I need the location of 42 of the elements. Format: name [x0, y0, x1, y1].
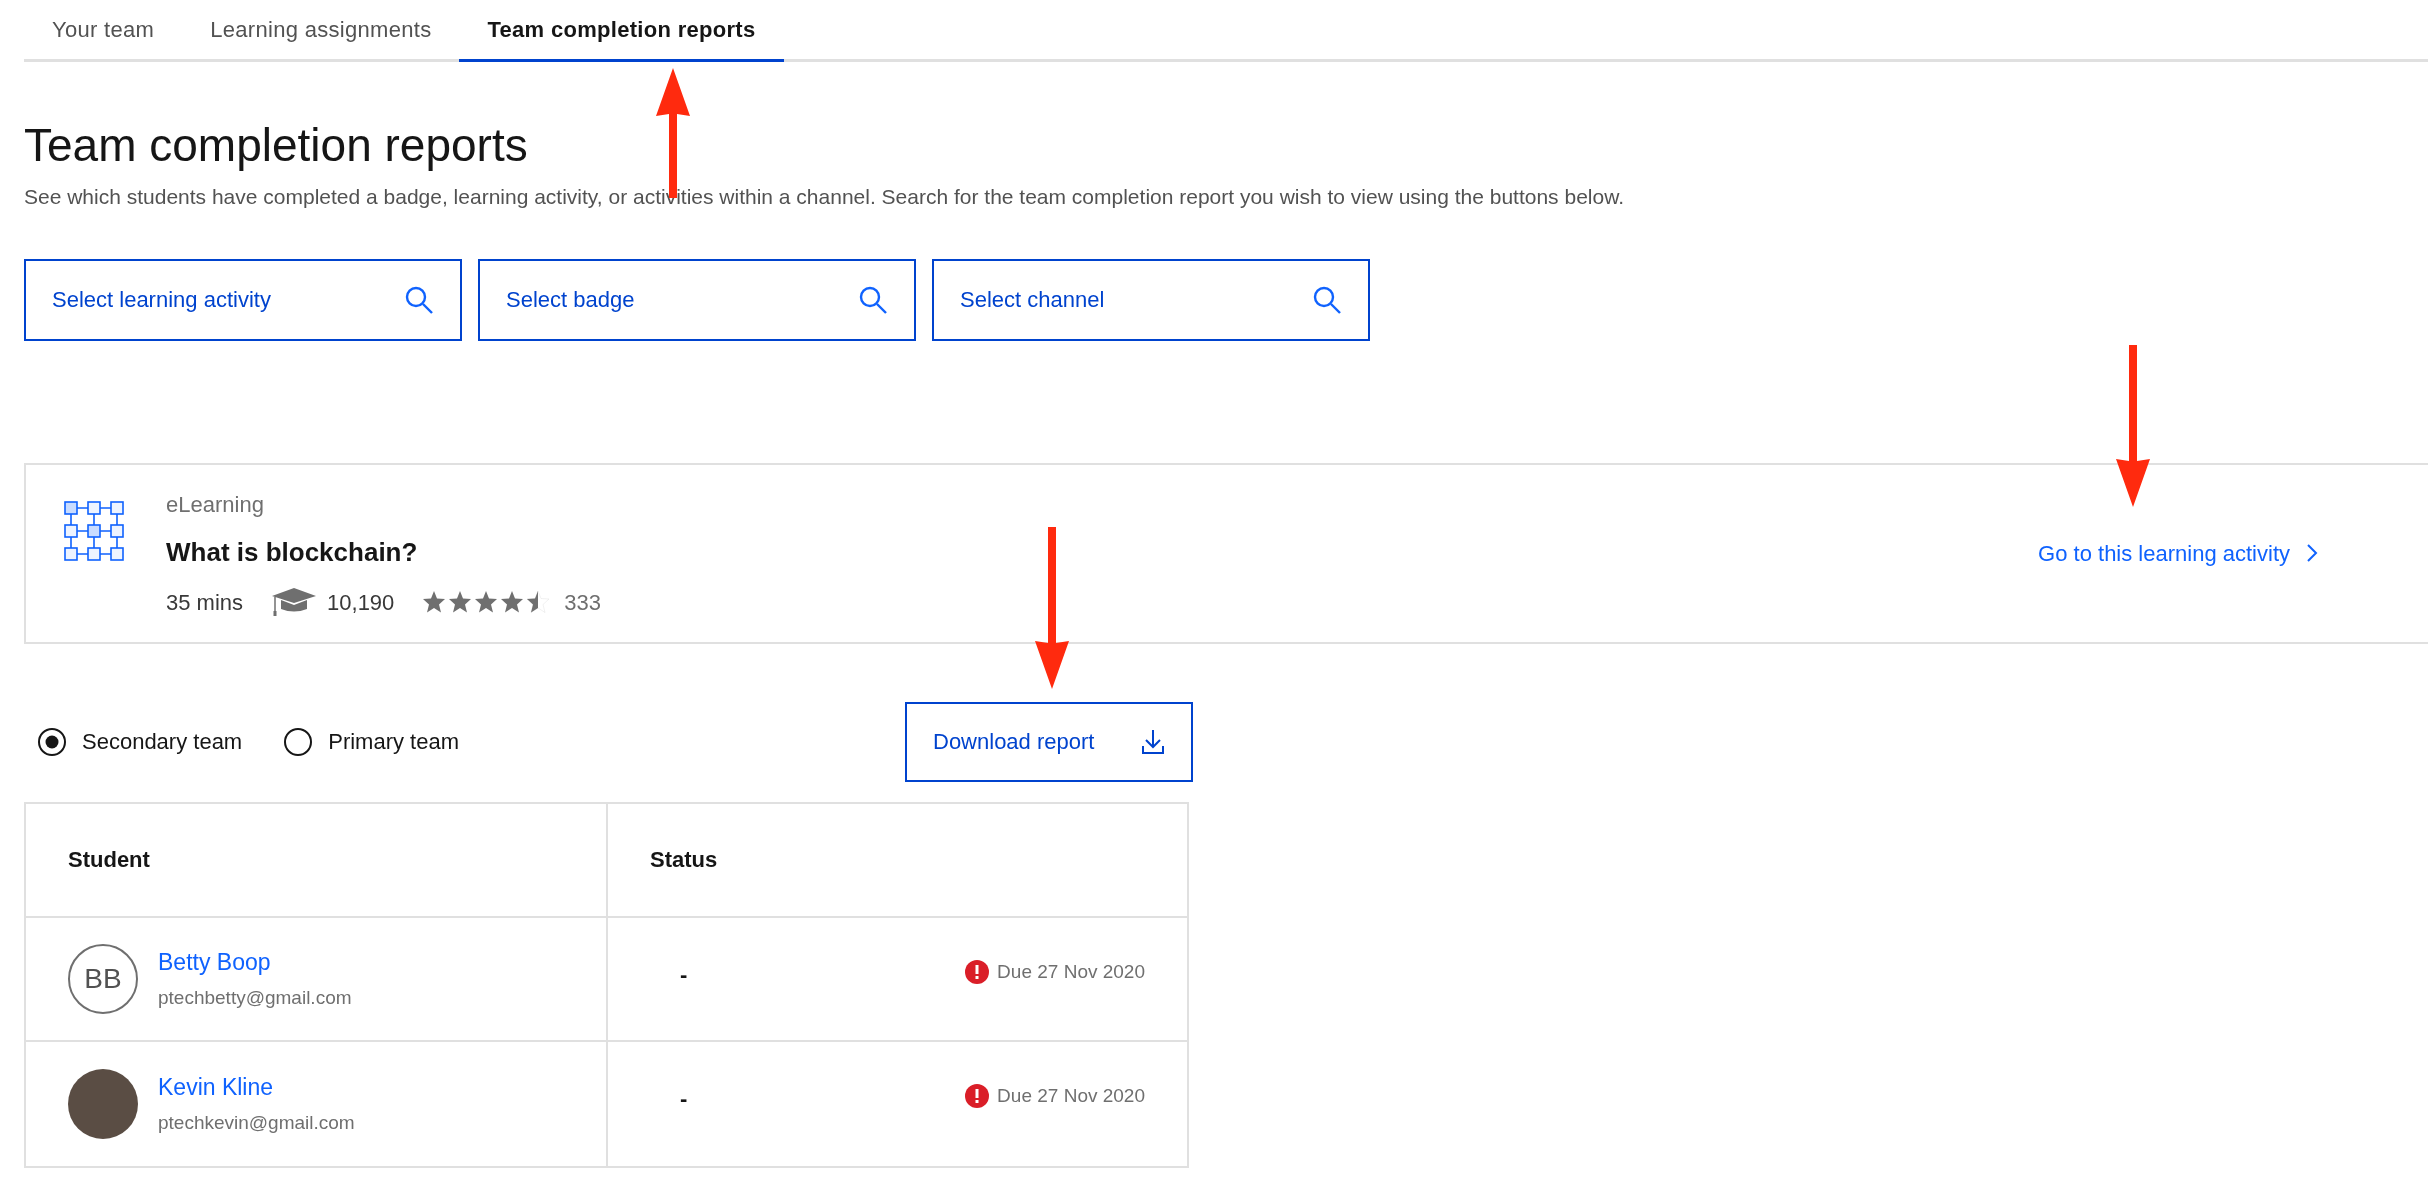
status-text: -	[680, 1084, 688, 1113]
activity-type: eLearning	[166, 490, 265, 519]
search-button[interactable]: Select channel	[932, 258, 1370, 341]
radio-button[interactable]	[38, 727, 66, 756]
column-header: Status	[650, 846, 718, 874]
activity-title: What is blockchain?	[166, 535, 419, 569]
star-icon	[448, 590, 473, 614]
graduation-cap-icon	[271, 587, 318, 617]
search-button[interactable]: Select badge	[478, 258, 916, 341]
radio-button[interactable]	[284, 727, 313, 756]
tab[interactable]: Your team	[24, 0, 183, 62]
grid-network-icon	[64, 500, 124, 561]
status-text: -	[680, 960, 688, 989]
radio-option[interactable]: Primary team	[284, 725, 459, 758]
tab[interactable]: Learning assignments	[182, 0, 460, 62]
student-email: ptechkevin@gmail.com	[158, 1110, 355, 1135]
page-title: Team completion reports	[24, 118, 529, 173]
chevron-right-icon	[2306, 543, 2318, 563]
search-icon	[404, 284, 434, 315]
star-icon	[526, 590, 551, 614]
star-icon	[500, 590, 525, 614]
radio-option[interactable]: Secondary team	[38, 725, 243, 758]
avatar: BB	[68, 943, 138, 1014]
search-icon	[1312, 284, 1342, 315]
activity-link[interactable]: Go to this learning activity	[2038, 536, 2318, 570]
page-description: See which students have completed a badge, learning activity, or activities within a channel. Search for the team completion report you wish to view using the buttons below.	[24, 184, 1625, 210]
student-email: ptechbetty@gmail.com	[158, 985, 352, 1010]
due-date: Due 27 Nov 2020	[997, 1083, 1145, 1108]
due-date: Due 27 Nov 2020	[997, 959, 1145, 984]
student-name-link[interactable]: Kevin Kline	[158, 1070, 355, 1105]
rating-count: 333	[564, 588, 602, 617]
tab[interactable]: Team completion reports	[459, 0, 784, 62]
star-icon	[422, 590, 447, 614]
student-name-link[interactable]: Betty Boop	[158, 945, 352, 980]
download-button[interactable]: Download report	[905, 701, 1193, 782]
column-header: Student	[68, 846, 150, 874]
star-icon	[474, 590, 499, 614]
learner-count: 10,190	[327, 588, 395, 617]
download-icon	[1141, 728, 1165, 755]
duration: 35 mins	[166, 588, 244, 617]
search-icon	[858, 284, 888, 315]
search-button[interactable]: Select learning activity	[24, 258, 462, 341]
